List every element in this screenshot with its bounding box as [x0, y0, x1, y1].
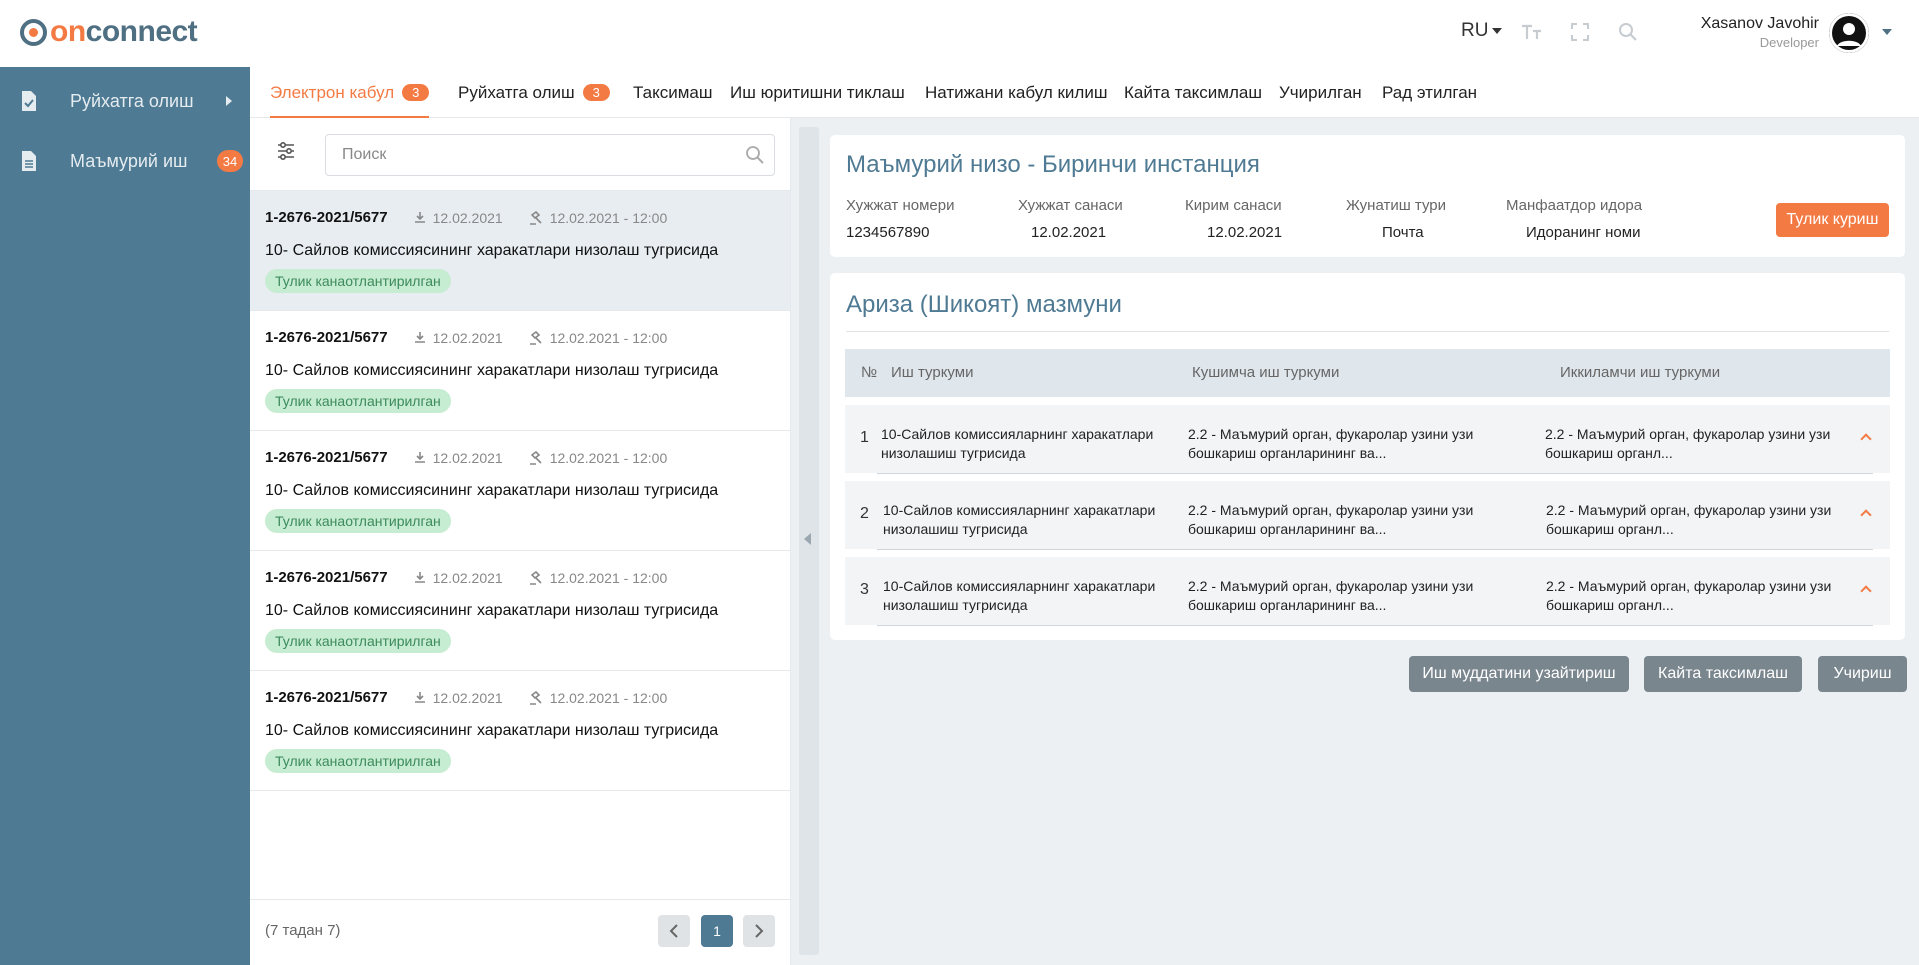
download-icon: [414, 212, 425, 223]
user-info[interactable]: Xasanov Javohir Developer: [1701, 15, 1819, 50]
table-header: № Иш туркуми Кушимча иш туркуми Иккиламч…: [845, 349, 1890, 397]
panel-splitter[interactable]: [799, 127, 819, 955]
table-row[interactable]: 3 10-Сайлов комиссияларнинг харакатлари …: [845, 557, 1890, 626]
chevron-right-icon: [755, 924, 764, 938]
text-size-icon[interactable]: [1520, 20, 1544, 44]
entry-date-field: Кирим санаси 12.02.2021: [1185, 197, 1283, 241]
download-icon: [414, 452, 425, 463]
tab-deleted[interactable]: Учирилган: [1279, 67, 1362, 118]
chevron-right-icon: [226, 96, 232, 106]
prev-page-button[interactable]: [658, 915, 690, 947]
user-menu-chevron-icon[interactable]: [1882, 29, 1892, 35]
divider: [846, 331, 1889, 332]
tab-registration[interactable]: Руйхатга олиш 3: [458, 67, 610, 118]
avatar[interactable]: [1829, 13, 1869, 53]
list-item[interactable]: 1-2676-2021/5677 12.02.2021 12.02.2021 -…: [250, 191, 790, 311]
list-item[interactable]: 1-2676-2021/5677 12.02.2021 12.02.2021 -…: [250, 671, 790, 791]
filter-sliders-icon: [278, 141, 294, 161]
gavel-icon: [529, 690, 542, 705]
language-select[interactable]: RU: [1461, 20, 1503, 42]
fullscreen-icon[interactable]: [1568, 20, 1592, 44]
next-page-button[interactable]: [743, 915, 775, 947]
sidebar-item-registration[interactable]: Руйхатга олиш: [0, 71, 250, 131]
search-icon[interactable]: [1616, 20, 1640, 44]
chevron-up-icon[interactable]: [1860, 585, 1872, 597]
download-icon: [414, 572, 425, 583]
gavel-icon: [529, 570, 542, 585]
list-item[interactable]: 1-2676-2021/5677 12.02.2021 12.02.2021 -…: [250, 551, 790, 671]
status-badge: Тулик канаотлантирилган: [265, 389, 451, 413]
search-input[interactable]: [325, 134, 775, 176]
chevron-up-icon[interactable]: [1860, 509, 1872, 521]
status-badge: Тулик канаотлантирилган: [265, 749, 451, 773]
tab-restore-proceedings[interactable]: Иш юритишни тиклаш: [730, 67, 905, 118]
delete-button[interactable]: Учириш: [1818, 656, 1907, 692]
status-badge: Тулик канаотлантирилган: [265, 629, 451, 653]
collapse-left-icon: [804, 533, 811, 545]
top-header: onconnect RU Xasanov Javohir Developer: [0, 0, 1919, 67]
document-icon: [22, 151, 36, 171]
gavel-icon: [529, 210, 542, 225]
appeal-title: Ариза (Шикоят) мазмуни: [846, 291, 1122, 318]
view-full-button[interactable]: Тулик куриш: [1776, 203, 1889, 237]
sidebar-badge: 34: [217, 150, 243, 172]
case-details-card: Маъмурий низо - Биринчи инстанция Хужжат…: [830, 135, 1905, 257]
tab-accept-result[interactable]: Натижани кабул килиш: [925, 67, 1107, 118]
tab-distribution[interactable]: Таксимаш: [633, 67, 712, 118]
tab-rejected[interactable]: Рад этилган: [1382, 67, 1477, 118]
case-title: Маъмурий низо - Биринчи инстанция: [846, 151, 1260, 178]
filter-button[interactable]: [270, 135, 302, 167]
pagination: (7 тадан 7) 1: [250, 899, 790, 965]
sidebar-item-administrative-case[interactable]: Маъмурий иш 34: [0, 131, 250, 191]
download-icon: [414, 692, 425, 703]
logo-mark-icon: [20, 18, 47, 46]
list-panel: 1-2676-2021/5677 12.02.2021 12.02.2021 -…: [250, 118, 791, 965]
tab-badge: 3: [582, 84, 610, 101]
send-type-field: Жунатиш тури Почта: [1346, 197, 1447, 241]
status-badge: Тулик канаотлантирилган: [265, 509, 451, 533]
chevron-left-icon: [669, 924, 678, 938]
extend-deadline-button[interactable]: Иш муддатини узайтириш: [1409, 656, 1629, 692]
status-badge: Тулик канаотлантирилган: [265, 269, 451, 293]
chevron-up-icon[interactable]: [1860, 433, 1872, 445]
appeal-content-card: Ариза (Шикоят) мазмуни № Иш туркуми Куши…: [830, 273, 1905, 640]
chevron-down-icon: [1492, 28, 1503, 34]
search-icon[interactable]: [745, 145, 765, 165]
doc-date-field: Хужжат санаси 12.02.2021: [1018, 197, 1123, 241]
list-item[interactable]: 1-2676-2021/5677 12.02.2021 12.02.2021 -…: [250, 311, 790, 431]
tab-electronic-reception[interactable]: Электрон кабул 3: [270, 67, 430, 118]
doc-number-field: Хужжат номери 1234567890: [846, 197, 955, 241]
page-1-button[interactable]: 1: [701, 915, 733, 947]
case-list: 1-2676-2021/5677 12.02.2021 12.02.2021 -…: [250, 190, 790, 791]
gavel-icon: [529, 450, 542, 465]
list-item[interactable]: 1-2676-2021/5677 12.02.2021 12.02.2021 -…: [250, 431, 790, 551]
table-row[interactable]: 2 10-Сайлов комиссияларнинг харакатлари …: [845, 481, 1890, 550]
gavel-icon: [529, 330, 542, 345]
download-icon: [414, 332, 425, 343]
document-check-icon: [22, 91, 36, 111]
sidebar: Руйхатга олиш Маъмурий иш 34: [0, 67, 250, 965]
app-logo[interactable]: onconnect: [20, 15, 198, 49]
redistribute-button[interactable]: Кайта таксимлаш: [1644, 656, 1802, 692]
tab-redistribution[interactable]: Кайта таксимлаш: [1124, 67, 1262, 118]
table-row[interactable]: 1 10-Сайлов комиссияларнинг харакатлари …: [845, 405, 1890, 474]
interested-org-field: Манфаатдор идора Идоранинг номи: [1506, 197, 1643, 241]
tab-badge: 3: [402, 84, 430, 101]
tab-bar: Электрон кабул 3 Руйхатга олиш 3 Таксима…: [250, 67, 1919, 118]
